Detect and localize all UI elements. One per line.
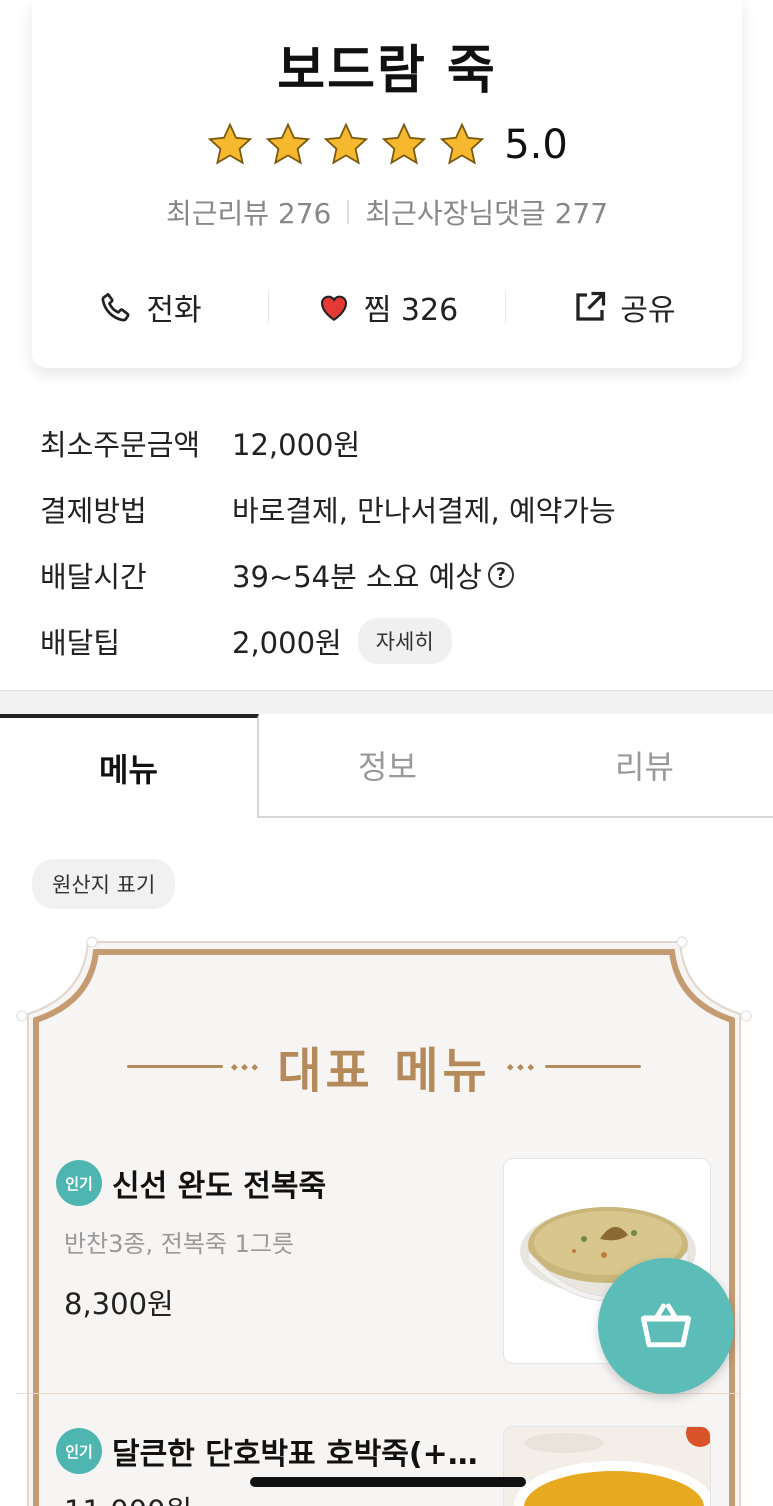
origin-label-button[interactable]: 원산지 표기 <box>32 859 176 909</box>
star-icon <box>265 122 311 165</box>
heart-icon <box>320 295 347 321</box>
tab-menu[interactable]: 메뉴 <box>0 714 259 818</box>
payment-row: 결제방법 바로결제, 만나서결제, 예약가능 <box>40 476 740 542</box>
delivery-time-value: 39~54분 소요 예상 <box>232 560 482 594</box>
share-button[interactable]: 공유 <box>506 285 742 329</box>
payment-label: 결제방법 <box>40 494 147 528</box>
popular-badge: 인기 <box>56 1160 102 1206</box>
help-icon[interactable]: ? <box>487 562 514 588</box>
delivery-tip-detail-button[interactable]: 자세히 <box>357 618 452 664</box>
recent-reviews[interactable]: 최근리뷰 276 <box>166 192 331 232</box>
rating-score: 5.0 <box>504 122 568 168</box>
call-button[interactable]: 전화 <box>32 285 268 329</box>
call-label: 전화 <box>146 293 202 328</box>
store-info: 최소주문금액 12,000원 결제방법 바로결제, 만나서결제, 예약가능 배달… <box>40 410 740 674</box>
pumpkin-porridge-image <box>504 1427 710 1506</box>
basket-icon <box>641 1303 691 1348</box>
store-actions: 전화 찜 326 공유 <box>32 272 742 342</box>
delivery-tip-label: 배달팁 <box>40 626 121 660</box>
menu-divider <box>16 1393 740 1394</box>
store-card: 보드람 죽 5.0 최근리뷰 276 최근사장님댓글 277 전화 찜 326 … <box>32 0 742 368</box>
featured-title: 대표 메뉴 <box>277 1043 491 1099</box>
menu-name: 신선 완도 전복죽 <box>112 1169 327 1204</box>
store-tabs: 메뉴 정보 리뷰 <box>0 714 773 818</box>
popular-badge: 인기 <box>56 1428 102 1474</box>
tab-reviews[interactable]: 리뷰 <box>516 714 773 818</box>
delivery-tip-value: 2,000원 <box>232 626 342 660</box>
home-indicator <box>250 1477 526 1487</box>
min-order-value: 12,000원 <box>232 428 361 462</box>
share-label: 공유 <box>620 293 676 328</box>
star-icon <box>323 122 369 165</box>
cart-button[interactable] <box>598 1258 734 1394</box>
min-order-label: 최소주문금액 <box>40 428 201 462</box>
section-gap <box>0 690 773 716</box>
payment-value: 바로결제, 만나서결제, 예약가능 <box>232 494 616 528</box>
owner-replies[interactable]: 최근사장님댓글 277 <box>365 192 608 232</box>
phone-icon <box>101 292 130 322</box>
store-name: 보드람 죽 <box>277 41 497 101</box>
delivery-time-row: 배달시간 39~54분 소요 예상 ? <box>40 542 740 608</box>
divider <box>347 200 350 224</box>
delivery-time-wrap: 39~54분 소요 예상 ? <box>232 554 514 596</box>
review-stats: 최근리뷰 276 최근사장님댓글 277 <box>32 192 742 232</box>
featured-title-wrap: ⬩⬩⬩ 대표 메뉴 ⬩⬩⬩ <box>16 1036 752 1099</box>
star-icon <box>381 122 427 165</box>
delivery-time-label: 배달시간 <box>40 560 147 594</box>
min-order-row: 최소주문금액 12,000원 <box>40 410 740 476</box>
rating-row: 5.0 <box>32 120 742 170</box>
menu-name: 달큰한 단호박표 호박죽(+… <box>112 1437 478 1472</box>
share-icon <box>576 291 606 321</box>
delivery-tip-row: 배달팁 2,000원 자세히 <box>40 608 740 674</box>
menu-thumbnail[interactable] <box>503 1426 711 1506</box>
title-ornament-right: ⬩⬩⬩ <box>507 1054 642 1078</box>
tab-info[interactable]: 정보 <box>259 714 516 818</box>
title-ornament-left: ⬩⬩⬩ <box>126 1054 262 1078</box>
favorite-button[interactable]: 찜 326 <box>269 285 505 329</box>
star-icon <box>207 122 253 165</box>
favorite-label: 찜 326 <box>363 293 459 328</box>
star-icon <box>439 122 485 165</box>
delivery-tip-wrap: 2,000원 자세히 <box>232 618 452 664</box>
